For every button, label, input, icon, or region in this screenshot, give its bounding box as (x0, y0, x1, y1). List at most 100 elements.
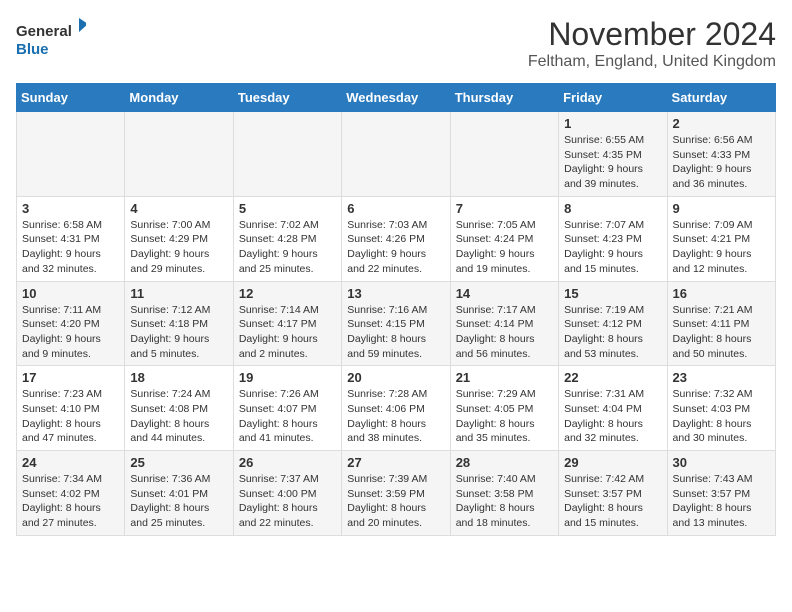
day-number: 20 (347, 370, 444, 385)
day-cell: 19Sunrise: 7:26 AM Sunset: 4:07 PM Dayli… (233, 366, 341, 451)
day-info: Sunrise: 7:36 AM Sunset: 4:01 PM Dayligh… (130, 472, 227, 531)
svg-text:General: General (16, 23, 72, 40)
day-number: 9 (673, 201, 770, 216)
day-cell: 26 Sunrise: 7:37 AM Sunset: 4:00 PM Dayli… (233, 451, 341, 536)
title-block: November 2024 Feltham, England, United K… (528, 16, 776, 71)
day-info: Sunrise: 7:31 AM Sunset: 4:04 PM Dayligh… (564, 387, 661, 446)
day-number: 10 (22, 286, 119, 301)
day-info: Sunrise: 7:28 AM Sunset: 4:06 PM Dayligh… (347, 387, 444, 446)
day-info: Sunrise: 7:14 AM Sunset: 4:17 PM Dayligh… (239, 303, 336, 362)
day-info: Sunrise: 7:39 AM Sunset: 3:59 PM Dayligh… (347, 472, 444, 531)
day-info: Sunrise: 7:40 AM Sunset: 3:58 PM Dayligh… (456, 472, 553, 531)
day-number: 30 (673, 455, 770, 470)
day-number: 28 (456, 455, 553, 470)
day-cell: 27Sunrise: 7:39 AM Sunset: 3:59 PM Dayli… (342, 451, 450, 536)
day-cell: 5 Sunrise: 7:02 AM Sunset: 4:28 PM Daylig… (233, 196, 341, 281)
day-info: Sunrise: 7:07 AM Sunset: 4:23 PM Dayligh… (564, 218, 661, 277)
day-info: Sunrise: 7:23 AM Sunset: 4:10 PM Dayligh… (22, 387, 119, 446)
day-info: Sunrise: 7:29 AM Sunset: 4:05 PM Dayligh… (456, 387, 553, 446)
day-cell: 12 Sunrise: 7:14 AM Sunset: 4:17 PM Dayli… (233, 281, 341, 366)
day-info: Sunrise: 7:17 AM Sunset: 4:14 PM Dayligh… (456, 303, 553, 362)
day-number: 26 (239, 455, 336, 470)
day-cell: 1 Sunrise: 6:55 AM Sunset: 4:35 PM Daylig… (559, 112, 667, 197)
day-number: 17 (22, 370, 119, 385)
day-info: Sunrise: 7:09 AM Sunset: 4:21 PM Dayligh… (673, 218, 770, 277)
day-cell: 29 Sunrise: 7:42 AM Sunset: 3:57 PM Dayli… (559, 451, 667, 536)
day-cell (342, 112, 450, 197)
col-header-tuesday: Tuesday (233, 84, 341, 112)
day-number: 8 (564, 201, 661, 216)
day-number: 4 (130, 201, 227, 216)
page-header: General Blue November 2024 Feltham, Engl… (16, 16, 776, 71)
day-cell: 15 Sunrise: 7:19 AM Sunset: 4:12 PM Dayli… (559, 281, 667, 366)
day-cell: 22Sunrise: 7:31 AM Sunset: 4:04 PM Dayli… (559, 366, 667, 451)
day-number: 6 (347, 201, 444, 216)
location: Feltham, England, United Kingdom (528, 53, 776, 71)
week-row-2: 3 Sunrise: 6:58 AM Sunset: 4:31 PM Daylig… (17, 196, 776, 281)
day-cell: 6 Sunrise: 7:03 AM Sunset: 4:26 PM Daylig… (342, 196, 450, 281)
day-cell: 17 Sunrise: 7:23 AM Sunset: 4:10 PM Dayli… (17, 366, 125, 451)
day-info: Sunrise: 7:11 AM Sunset: 4:20 PM Dayligh… (22, 303, 119, 362)
day-cell: 28 Sunrise: 7:40 AM Sunset: 3:58 PM Dayli… (450, 451, 558, 536)
day-info: Sunrise: 7:00 AM Sunset: 4:29 PM Dayligh… (130, 218, 227, 277)
day-info: Sunrise: 7:03 AM Sunset: 4:26 PM Dayligh… (347, 218, 444, 277)
day-number: 15 (564, 286, 661, 301)
day-info: Sunrise: 7:32 AM Sunset: 4:03 PM Dayligh… (673, 387, 770, 446)
col-header-wednesday: Wednesday (342, 84, 450, 112)
day-number: 12 (239, 286, 336, 301)
day-number: 2 (673, 116, 770, 131)
day-info: Sunrise: 7:02 AM Sunset: 4:28 PM Dayligh… (239, 218, 336, 277)
col-header-thursday: Thursday (450, 84, 558, 112)
day-number: 14 (456, 286, 553, 301)
day-info: Sunrise: 7:42 AM Sunset: 3:57 PM Dayligh… (564, 472, 661, 531)
day-cell: 2Sunrise: 6:56 AM Sunset: 4:33 PM Daylig… (667, 112, 775, 197)
day-number: 23 (673, 370, 770, 385)
day-cell: 7 Sunrise: 7:05 AM Sunset: 4:24 PM Daylig… (450, 196, 558, 281)
col-header-sunday: Sunday (17, 84, 125, 112)
day-cell (125, 112, 233, 197)
day-cell: 24 Sunrise: 7:34 AM Sunset: 4:02 PM Dayli… (17, 451, 125, 536)
day-cell: 18 Sunrise: 7:24 AM Sunset: 4:08 PM Dayli… (125, 366, 233, 451)
week-row-1: 1 Sunrise: 6:55 AM Sunset: 4:35 PM Daylig… (17, 112, 776, 197)
day-cell: 16 Sunrise: 7:21 AM Sunset: 4:11 PM Dayli… (667, 281, 775, 366)
day-info: Sunrise: 7:05 AM Sunset: 4:24 PM Dayligh… (456, 218, 553, 277)
day-number: 1 (564, 116, 661, 131)
day-cell: 9 Sunrise: 7:09 AM Sunset: 4:21 PM Daylig… (667, 196, 775, 281)
day-number: 18 (130, 370, 227, 385)
day-cell (450, 112, 558, 197)
day-cell (233, 112, 341, 197)
day-cell: 3 Sunrise: 6:58 AM Sunset: 4:31 PM Daylig… (17, 196, 125, 281)
day-cell (17, 112, 125, 197)
day-info: Sunrise: 7:16 AM Sunset: 4:15 PM Dayligh… (347, 303, 444, 362)
header-row: SundayMondayTuesdayWednesdayThursdayFrid… (17, 84, 776, 112)
day-number: 16 (673, 286, 770, 301)
day-number: 25 (130, 455, 227, 470)
day-info: Sunrise: 6:55 AM Sunset: 4:35 PM Dayligh… (564, 133, 661, 192)
day-cell: 13 Sunrise: 7:16 AM Sunset: 4:15 PM Dayli… (342, 281, 450, 366)
day-number: 29 (564, 455, 661, 470)
day-number: 3 (22, 201, 119, 216)
week-row-5: 24 Sunrise: 7:34 AM Sunset: 4:02 PM Dayli… (17, 451, 776, 536)
day-cell: 21Sunrise: 7:29 AM Sunset: 4:05 PM Dayli… (450, 366, 558, 451)
day-cell: 25 Sunrise: 7:36 AM Sunset: 4:01 PM Dayli… (125, 451, 233, 536)
day-number: 19 (239, 370, 336, 385)
day-cell: 10 Sunrise: 7:11 AM Sunset: 4:20 PM Dayli… (17, 281, 125, 366)
logo-svg: General Blue (16, 16, 86, 66)
day-info: Sunrise: 7:21 AM Sunset: 4:11 PM Dayligh… (673, 303, 770, 362)
day-info: Sunrise: 7:24 AM Sunset: 4:08 PM Dayligh… (130, 387, 227, 446)
calendar-table: SundayMondayTuesdayWednesdayThursdayFrid… (16, 83, 776, 536)
day-info: Sunrise: 7:34 AM Sunset: 4:02 PM Dayligh… (22, 472, 119, 531)
day-number: 24 (22, 455, 119, 470)
day-number: 13 (347, 286, 444, 301)
week-row-3: 10 Sunrise: 7:11 AM Sunset: 4:20 PM Dayli… (17, 281, 776, 366)
day-info: Sunrise: 7:19 AM Sunset: 4:12 PM Dayligh… (564, 303, 661, 362)
day-info: Sunrise: 6:58 AM Sunset: 4:31 PM Dayligh… (22, 218, 119, 277)
day-number: 5 (239, 201, 336, 216)
day-info: Sunrise: 7:12 AM Sunset: 4:18 PM Dayligh… (130, 303, 227, 362)
col-header-monday: Monday (125, 84, 233, 112)
day-cell: 14 Sunrise: 7:17 AM Sunset: 4:14 PM Dayli… (450, 281, 558, 366)
day-number: 11 (130, 286, 227, 301)
day-info: Sunrise: 7:37 AM Sunset: 4:00 PM Dayligh… (239, 472, 336, 531)
day-number: 7 (456, 201, 553, 216)
col-header-friday: Friday (559, 84, 667, 112)
